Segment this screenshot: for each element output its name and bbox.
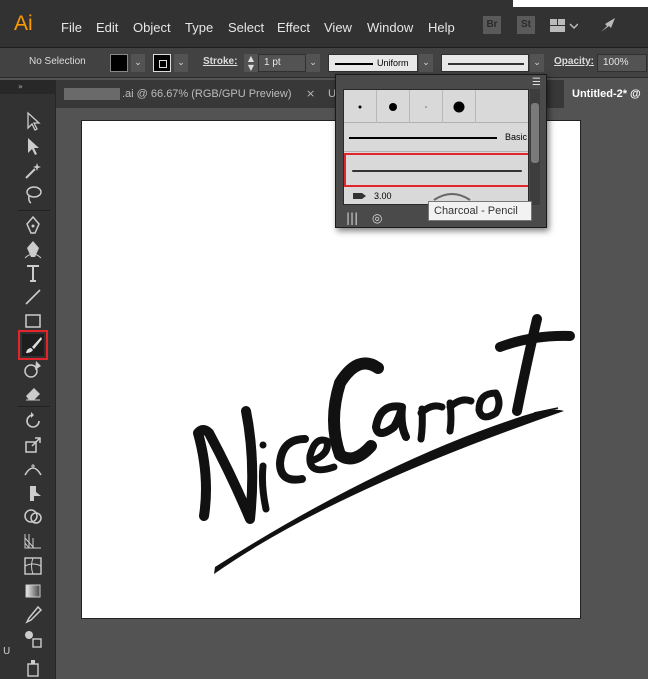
menu-select[interactable]: Select — [228, 20, 264, 35]
background-window-letter: U — [3, 646, 11, 657]
rectangle-tool-icon[interactable] — [22, 310, 44, 332]
eyedropper-tool-icon[interactable] — [22, 604, 44, 626]
tab-close-icon[interactable]: × — [306, 80, 315, 108]
brush-charcoal-pencil-option[interactable] — [344, 153, 528, 187]
tab-document-1-label: .ai @ 66.67% (RGB/GPU Preview) — [122, 88, 292, 100]
stroke-profile-dropdown[interactable]: ⌄ — [419, 54, 433, 72]
eraser-tool-icon[interactable] — [22, 381, 44, 403]
brush-size-value: 3.00 — [374, 191, 392, 201]
mesh-tool-icon[interactable] — [22, 555, 44, 577]
brush-dot-option[interactable] — [443, 90, 476, 123]
brush-definition-select[interactable] — [441, 54, 529, 72]
stroke-weight-stepper[interactable]: ▲ ▼ — [244, 54, 258, 72]
brush-list-scrollbar[interactable] — [530, 89, 540, 205]
stroke-profile-preview — [335, 63, 373, 65]
stroke-profile-label: Uniform — [377, 58, 409, 68]
lasso-tool-icon[interactable] — [22, 184, 44, 206]
basic-brush-preview — [349, 137, 497, 139]
puppet-warp-tool-icon[interactable] — [22, 482, 44, 504]
arrange-documents-icon[interactable] — [550, 18, 579, 37]
menu-edit[interactable]: Edit — [96, 20, 118, 35]
scrollbar-thumb[interactable] — [531, 103, 539, 163]
brush-definition-preview — [448, 63, 524, 65]
blurred-filename — [64, 88, 120, 100]
brush-preview-icon — [353, 193, 366, 199]
shape-builder-tool-icon[interactable] — [22, 506, 44, 528]
stroke-profile-select[interactable]: Uniform — [328, 54, 418, 72]
tools-divider — [18, 210, 50, 211]
app-logo: Ai — [14, 12, 33, 35]
perspective-grid-tool-icon[interactable] — [22, 530, 44, 552]
gradient-tool-icon[interactable] — [22, 580, 44, 602]
basic-brush-label: Basic — [504, 132, 527, 142]
selection-status: No Selection — [29, 56, 86, 67]
brush-tooltip: Charcoal - Pencil — [428, 201, 532, 221]
bridge-badge[interactable]: Br — [483, 16, 501, 34]
menu-file[interactable]: File — [61, 20, 82, 35]
brush-basic-option[interactable]: Basic — [344, 124, 528, 152]
stroke-label[interactable]: Stroke: — [203, 56, 237, 67]
selection-tool-icon[interactable] — [22, 110, 44, 132]
brush-list: Basic 3.00 — [343, 89, 529, 205]
brush-definition-dropdown[interactable]: ⌄ — [530, 54, 544, 72]
brush-dots-row — [344, 90, 528, 123]
rocket-icon[interactable] — [599, 16, 619, 38]
charcoal-brush-preview — [352, 170, 522, 172]
magic-wand-tool-icon[interactable] — [22, 160, 44, 182]
brush-dot-option[interactable] — [410, 90, 443, 123]
menu-window[interactable]: Window — [367, 20, 413, 35]
control-bar: No Selection ⌄ ⌄ Stroke: ▲ ▼ 1 pt ⌄ Unifo… — [0, 48, 648, 78]
brush-libraries-icon[interactable]: ||| — [346, 211, 358, 225]
opacity-field[interactable]: 100% — [597, 54, 647, 72]
panel-menu-icon[interactable]: ☰ — [532, 77, 541, 88]
fill-dropdown[interactable]: ⌄ — [131, 54, 145, 72]
menu-effect[interactable]: Effect — [277, 20, 310, 35]
blend-tool-icon[interactable] — [22, 628, 44, 650]
width-tool-icon[interactable] — [22, 458, 44, 480]
paintbrush-tool-icon[interactable] — [18, 330, 48, 360]
tab-document-1[interactable]: .ai @ 66.67% (RGB/GPU Preview) — [56, 80, 318, 108]
symbol-sprayer-tool-icon[interactable] — [22, 656, 44, 678]
stroke-weight-field[interactable]: 1 pt — [258, 54, 306, 72]
fill-swatch[interactable] — [110, 54, 128, 72]
stroke-color-dropdown[interactable]: ⌄ — [174, 54, 188, 72]
menu-help[interactable]: Help — [428, 20, 455, 35]
stroke-weight-dropdown[interactable]: ⌄ — [306, 54, 320, 72]
tools-divider — [18, 406, 50, 407]
tools-panel-header[interactable]: » — [0, 80, 56, 94]
curvature-tool-icon[interactable] — [22, 238, 44, 260]
pen-tool-icon[interactable] — [22, 214, 44, 236]
opacity-label[interactable]: Opacity: — [554, 56, 594, 67]
brush-dot-option[interactable] — [344, 90, 377, 123]
brush-options-icon[interactable]: ◎ — [372, 211, 382, 225]
menu-view[interactable]: View — [324, 20, 352, 35]
stock-badge[interactable]: St — [517, 16, 535, 34]
illustrator-window: Ai File Edit Object Type Select Effect V… — [0, 0, 648, 679]
menu-type[interactable]: Type — [185, 20, 213, 35]
type-tool-icon[interactable] — [22, 262, 44, 284]
brush-dot-option[interactable] — [377, 90, 410, 123]
tab-untitled-2[interactable]: Untitled-2* @ — [564, 80, 648, 108]
direct-selection-tool-icon[interactable] — [22, 135, 44, 157]
tools-panel: » U — [0, 80, 56, 679]
menu-object[interactable]: Object — [133, 20, 171, 35]
stroke-swatch[interactable] — [153, 54, 171, 72]
rotate-tool-icon[interactable] — [22, 410, 44, 432]
background-window-edge — [513, 0, 648, 7]
shaper-tool-icon[interactable] — [22, 358, 44, 380]
line-segment-tool-icon[interactable] — [22, 286, 44, 308]
scale-tool-icon[interactable] — [22, 434, 44, 456]
menu-bar: Ai File Edit Object Type Select Effect V… — [0, 0, 648, 48]
